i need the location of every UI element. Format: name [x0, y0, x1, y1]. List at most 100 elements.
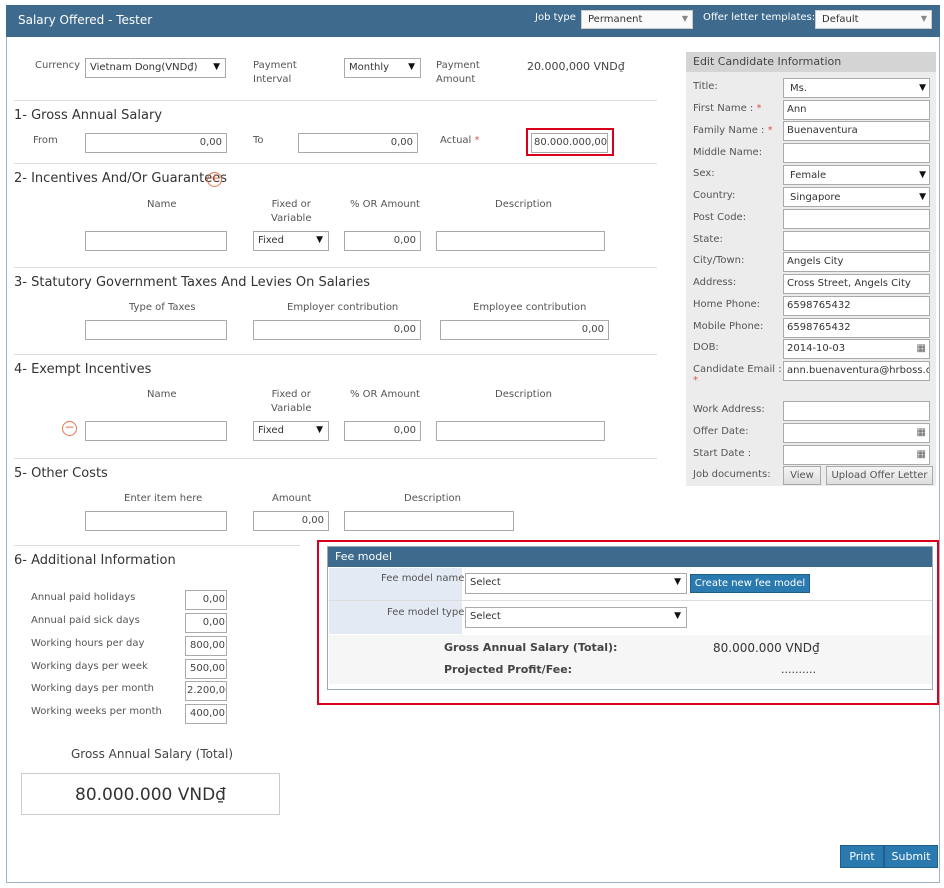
minus-circle-icon[interactable]: − [62, 421, 77, 436]
sex-select[interactable]: Female ▼ [783, 165, 930, 185]
col-item: Enter item here [124, 493, 203, 504]
exempt-name-input[interactable] [85, 421, 227, 441]
view-button[interactable]: View [783, 466, 821, 485]
upload-offer-letter-button[interactable]: Upload Offer Letter [826, 466, 933, 485]
col-name: Name [147, 199, 177, 210]
first-name-label-text: First Name : [693, 103, 754, 114]
interval-select[interactable]: Monthly ▼ [344, 58, 421, 78]
mobile-phone-label: Mobile Phone: [693, 321, 764, 332]
info-label: Working hours per day [31, 638, 145, 649]
info-input[interactable]: 0,00 [185, 590, 227, 610]
incentive-pct-input[interactable]: 0,00 [344, 231, 421, 251]
amount-label-line1: Payment [436, 60, 480, 71]
incentive-fixed-value: Fixed [258, 235, 284, 246]
incentive-desc-input[interactable] [436, 231, 605, 251]
incentive-name-input[interactable] [85, 231, 227, 251]
info-label: Working weeks per month [31, 706, 162, 717]
dob-label: DOB: [693, 342, 719, 353]
cost-item-input[interactable] [85, 511, 227, 531]
templates-value: Default [822, 14, 859, 25]
middle-name-input[interactable] [783, 143, 930, 163]
family-name-label: Family Name : * [693, 125, 773, 136]
title-select[interactable]: Ms. ▼ [783, 78, 930, 98]
candidate-panel: Edit Candidate Information Title: Ms. ▼ F… [686, 52, 936, 486]
info-input[interactable]: 400,00 [185, 704, 227, 724]
section-3-title: 3- Statutory Government Taxes And Levies… [14, 275, 370, 290]
total-value: 80.000.000 VND₫ [21, 773, 280, 815]
to-label: To [253, 135, 264, 146]
currency-select[interactable]: Vietnam Dong(VND₫) ▼ [85, 58, 226, 78]
col-fixed-line2: Variable [271, 403, 312, 414]
exempt-pct-input[interactable]: 0,00 [344, 421, 421, 441]
fee-summary [329, 635, 932, 684]
panel-title: Salary Offered - Tester [18, 13, 153, 27]
caret-down-icon: ▼ [919, 170, 926, 180]
city-input[interactable]: Angels City [783, 252, 930, 272]
cost-amount-input[interactable]: 0,00 [253, 511, 329, 531]
projected-profit-value: .......... [781, 663, 816, 676]
projected-profit-label: Projected Profit/Fee: [444, 663, 573, 676]
fee-model-type-select[interactable]: Select ▼ [465, 607, 687, 628]
fee-model-name-select[interactable]: Select ▼ [465, 573, 687, 594]
col-fixed-line1: Fixed or [271, 199, 311, 210]
gross-total-label: Gross Annual Salary (Total): [444, 641, 618, 654]
required-marker: * [693, 375, 698, 386]
info-input[interactable]: 0,00 [185, 613, 227, 633]
submit-button[interactable]: Submit [884, 845, 938, 868]
create-fee-model-button[interactable]: Create new fee model [690, 574, 810, 593]
address-input[interactable]: Cross Street, Angels City [783, 274, 930, 294]
post-code-input[interactable] [783, 209, 930, 229]
first-name-input[interactable]: Ann [783, 100, 930, 120]
start-date-input[interactable]: ▦ [783, 445, 930, 465]
dob-input[interactable]: 2014-10-03 ▦ [783, 339, 930, 359]
first-name-label: First Name : * [693, 103, 761, 114]
actual-input[interactable]: 80.000.000,00 [531, 133, 608, 153]
to-input[interactable]: 0,00 [298, 133, 418, 153]
col-employee: Employee contribution [473, 302, 587, 313]
info-label: Working days per week [31, 661, 148, 672]
email-label: Candidate Email : * [693, 364, 782, 386]
home-phone-input[interactable]: 6598765432 [783, 296, 930, 316]
home-phone-label: Home Phone: [693, 299, 761, 310]
amount-label-line2: Amount [436, 74, 476, 85]
cost-desc-input[interactable] [344, 511, 514, 531]
title-value: Ms. [790, 83, 808, 94]
offer-date-input[interactable]: ▦ [783, 423, 930, 443]
family-name-input[interactable]: Buenaventura [783, 121, 930, 141]
tax-type-input[interactable] [85, 320, 227, 340]
required-marker: * [474, 135, 480, 146]
from-input[interactable]: 0,00 [85, 133, 227, 153]
calendar-icon[interactable]: ▦ [917, 427, 926, 438]
info-input[interactable]: 800,00 [185, 636, 227, 656]
info-input[interactable]: 2.200,00 [185, 681, 227, 701]
col-fixed: Fixed or Variable [271, 198, 312, 226]
calendar-icon[interactable]: ▦ [917, 449, 926, 460]
gross-total-value: 80.000.000 VND₫ [713, 641, 820, 655]
exempt-fixed-select[interactable]: Fixed ▼ [253, 421, 329, 441]
post-code-label: Post Code: [693, 212, 747, 223]
templates-label: Offer letter templates: [703, 12, 816, 23]
print-button[interactable]: Print [840, 845, 884, 868]
plus-circle-icon[interactable]: + [207, 172, 222, 187]
work-address-input[interactable] [783, 401, 930, 421]
fee-model-panel: Fee model Fee model name Select ▼ Create … [327, 546, 933, 690]
country-select[interactable]: Singapore ▼ [783, 187, 930, 207]
info-label: Working days per month [31, 683, 154, 694]
fee-model-type-label: Fee model type [387, 607, 465, 618]
sex-label: Sex: [693, 168, 715, 179]
templates-select[interactable]: Default ▼ [815, 10, 932, 29]
employee-input[interactable]: 0,00 [440, 320, 609, 340]
calendar-icon[interactable]: ▦ [917, 343, 926, 354]
col-amount: Amount [272, 493, 312, 504]
email-input[interactable]: ann.buenaventura@hrboss.com [783, 361, 930, 381]
col-desc: Description [404, 493, 461, 504]
middle-name-label: Middle Name: [693, 147, 763, 158]
state-input[interactable] [783, 231, 930, 251]
info-input[interactable]: 500,00 [185, 659, 227, 679]
mobile-phone-input[interactable]: 6598765432 [783, 318, 930, 338]
exempt-desc-input[interactable] [436, 421, 605, 441]
panel-header: Salary Offered - Tester Job type Permane… [6, 5, 940, 37]
incentive-fixed-select[interactable]: Fixed ▼ [253, 231, 329, 251]
employer-input[interactable]: 0,00 [253, 320, 421, 340]
job-type-select[interactable]: Permanent ▼ [581, 10, 693, 29]
